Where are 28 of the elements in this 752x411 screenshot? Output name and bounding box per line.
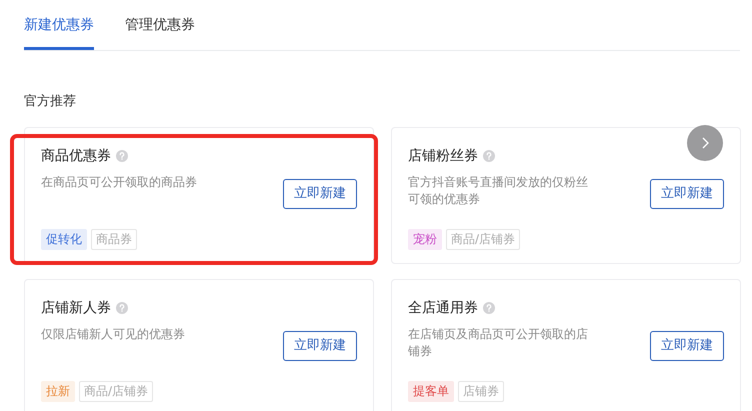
create-button[interactable]: 立即新建 (283, 179, 357, 209)
tag: 宠粉 (408, 229, 442, 250)
card-description: 仅限店铺新人可见的优惠券 (41, 326, 186, 343)
section-title: 官方推荐 (24, 93, 77, 110)
card-title: 商品优惠券 (41, 147, 111, 165)
card-title: 店铺新人券 (41, 299, 111, 317)
card-description: 官方抖音账号直播间发放的仅粉丝可领的优惠券 (408, 174, 589, 208)
tag: 店铺券 (458, 381, 504, 402)
create-button[interactable]: 立即新建 (650, 331, 724, 361)
help-icon (116, 302, 128, 314)
create-button[interactable]: 立即新建 (283, 331, 357, 361)
help-icon (116, 150, 128, 162)
help-icon (483, 302, 495, 314)
tab[interactable]: 新建优惠券 (24, 0, 94, 50)
card-description: 在店铺页及商品页可公开领取的店铺券 (408, 326, 589, 360)
help-icon (483, 150, 495, 162)
card-title: 店铺粉丝券 (408, 147, 478, 165)
tag: 促转化 (41, 229, 87, 250)
card-description: 在商品页可公开领取的商品券 (41, 174, 198, 191)
tag: 拉新 (41, 381, 75, 402)
tag: 商品/店铺券 (446, 229, 520, 250)
tag: 商品券 (91, 229, 137, 250)
tag: 提客单 (408, 381, 454, 402)
create-button[interactable]: 立即新建 (650, 179, 724, 209)
tag: 商品/店铺券 (79, 381, 154, 402)
tab[interactable]: 管理优惠券 (125, 0, 195, 50)
chevron-right-icon (700, 136, 710, 150)
card-title: 全店通用券 (408, 299, 478, 317)
